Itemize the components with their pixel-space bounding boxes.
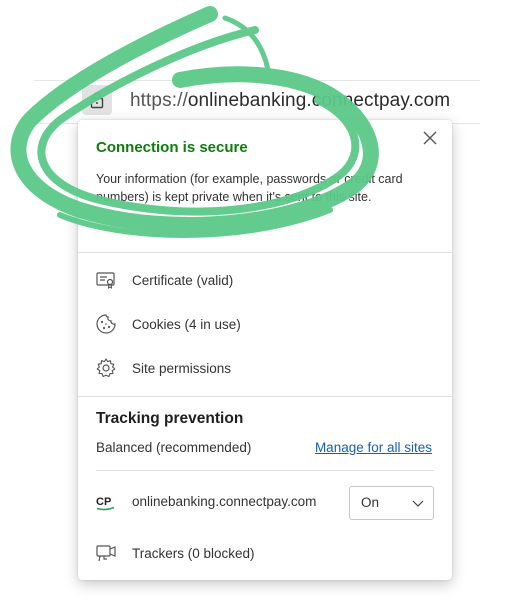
gear-icon bbox=[96, 358, 116, 378]
tracking-toggle-select[interactable]: On bbox=[349, 486, 434, 520]
address-bar: https://onlinebanking.connectpay.com bbox=[34, 80, 480, 124]
manage-all-sites-link[interactable]: Manage for all sites bbox=[315, 440, 432, 455]
url-text[interactable]: https://onlinebanking.connectpay.com bbox=[130, 90, 450, 112]
lock-icon bbox=[90, 92, 104, 109]
close-icon[interactable] bbox=[420, 128, 440, 148]
menu-item-certificate[interactable]: Certificate (valid) bbox=[78, 260, 452, 300]
trackers-icon bbox=[96, 545, 116, 562]
menu-item-trackers[interactable]: Trackers (0 blocked) bbox=[78, 533, 452, 573]
cookie-icon bbox=[96, 314, 116, 334]
menu-item-label: Site permissions bbox=[132, 360, 232, 376]
url-scheme: https:// bbox=[130, 90, 188, 111]
tracking-mode-label: Balanced (recommended) bbox=[96, 440, 252, 455]
menu-item-label: Cookies (4 in use) bbox=[132, 316, 241, 332]
tracking-prevention-title: Tracking prevention bbox=[96, 410, 244, 427]
menu-item-cookies[interactable]: Cookies (4 in use) bbox=[78, 304, 452, 344]
divider bbox=[78, 396, 452, 397]
menu-item-label: Certificate (valid) bbox=[132, 272, 234, 288]
url-host: onlinebanking.connectpay.com bbox=[187, 90, 451, 111]
chevron-down-icon bbox=[412, 500, 424, 507]
connection-status-description: Your information (for example, passwords… bbox=[96, 172, 403, 204]
site-favicon: CP bbox=[96, 496, 115, 511]
divider bbox=[96, 470, 434, 471]
site-info-popup: Connection is secure Your information (f… bbox=[78, 120, 452, 580]
divider bbox=[78, 252, 452, 253]
menu-item-label: Trackers (0 blocked) bbox=[132, 545, 255, 561]
certificate-icon bbox=[96, 272, 115, 289]
site-tracking-row: CP onlinebanking.connectpay.com On bbox=[78, 484, 452, 522]
site-favicon-text: CP bbox=[96, 496, 111, 508]
select-value: On bbox=[361, 495, 380, 510]
connection-status-title: Connection is secure bbox=[96, 139, 248, 156]
menu-item-site-permissions[interactable]: Site permissions bbox=[78, 348, 452, 388]
site-info-button[interactable] bbox=[82, 85, 112, 115]
site-domain: onlinebanking.connectpay.com bbox=[132, 494, 317, 509]
